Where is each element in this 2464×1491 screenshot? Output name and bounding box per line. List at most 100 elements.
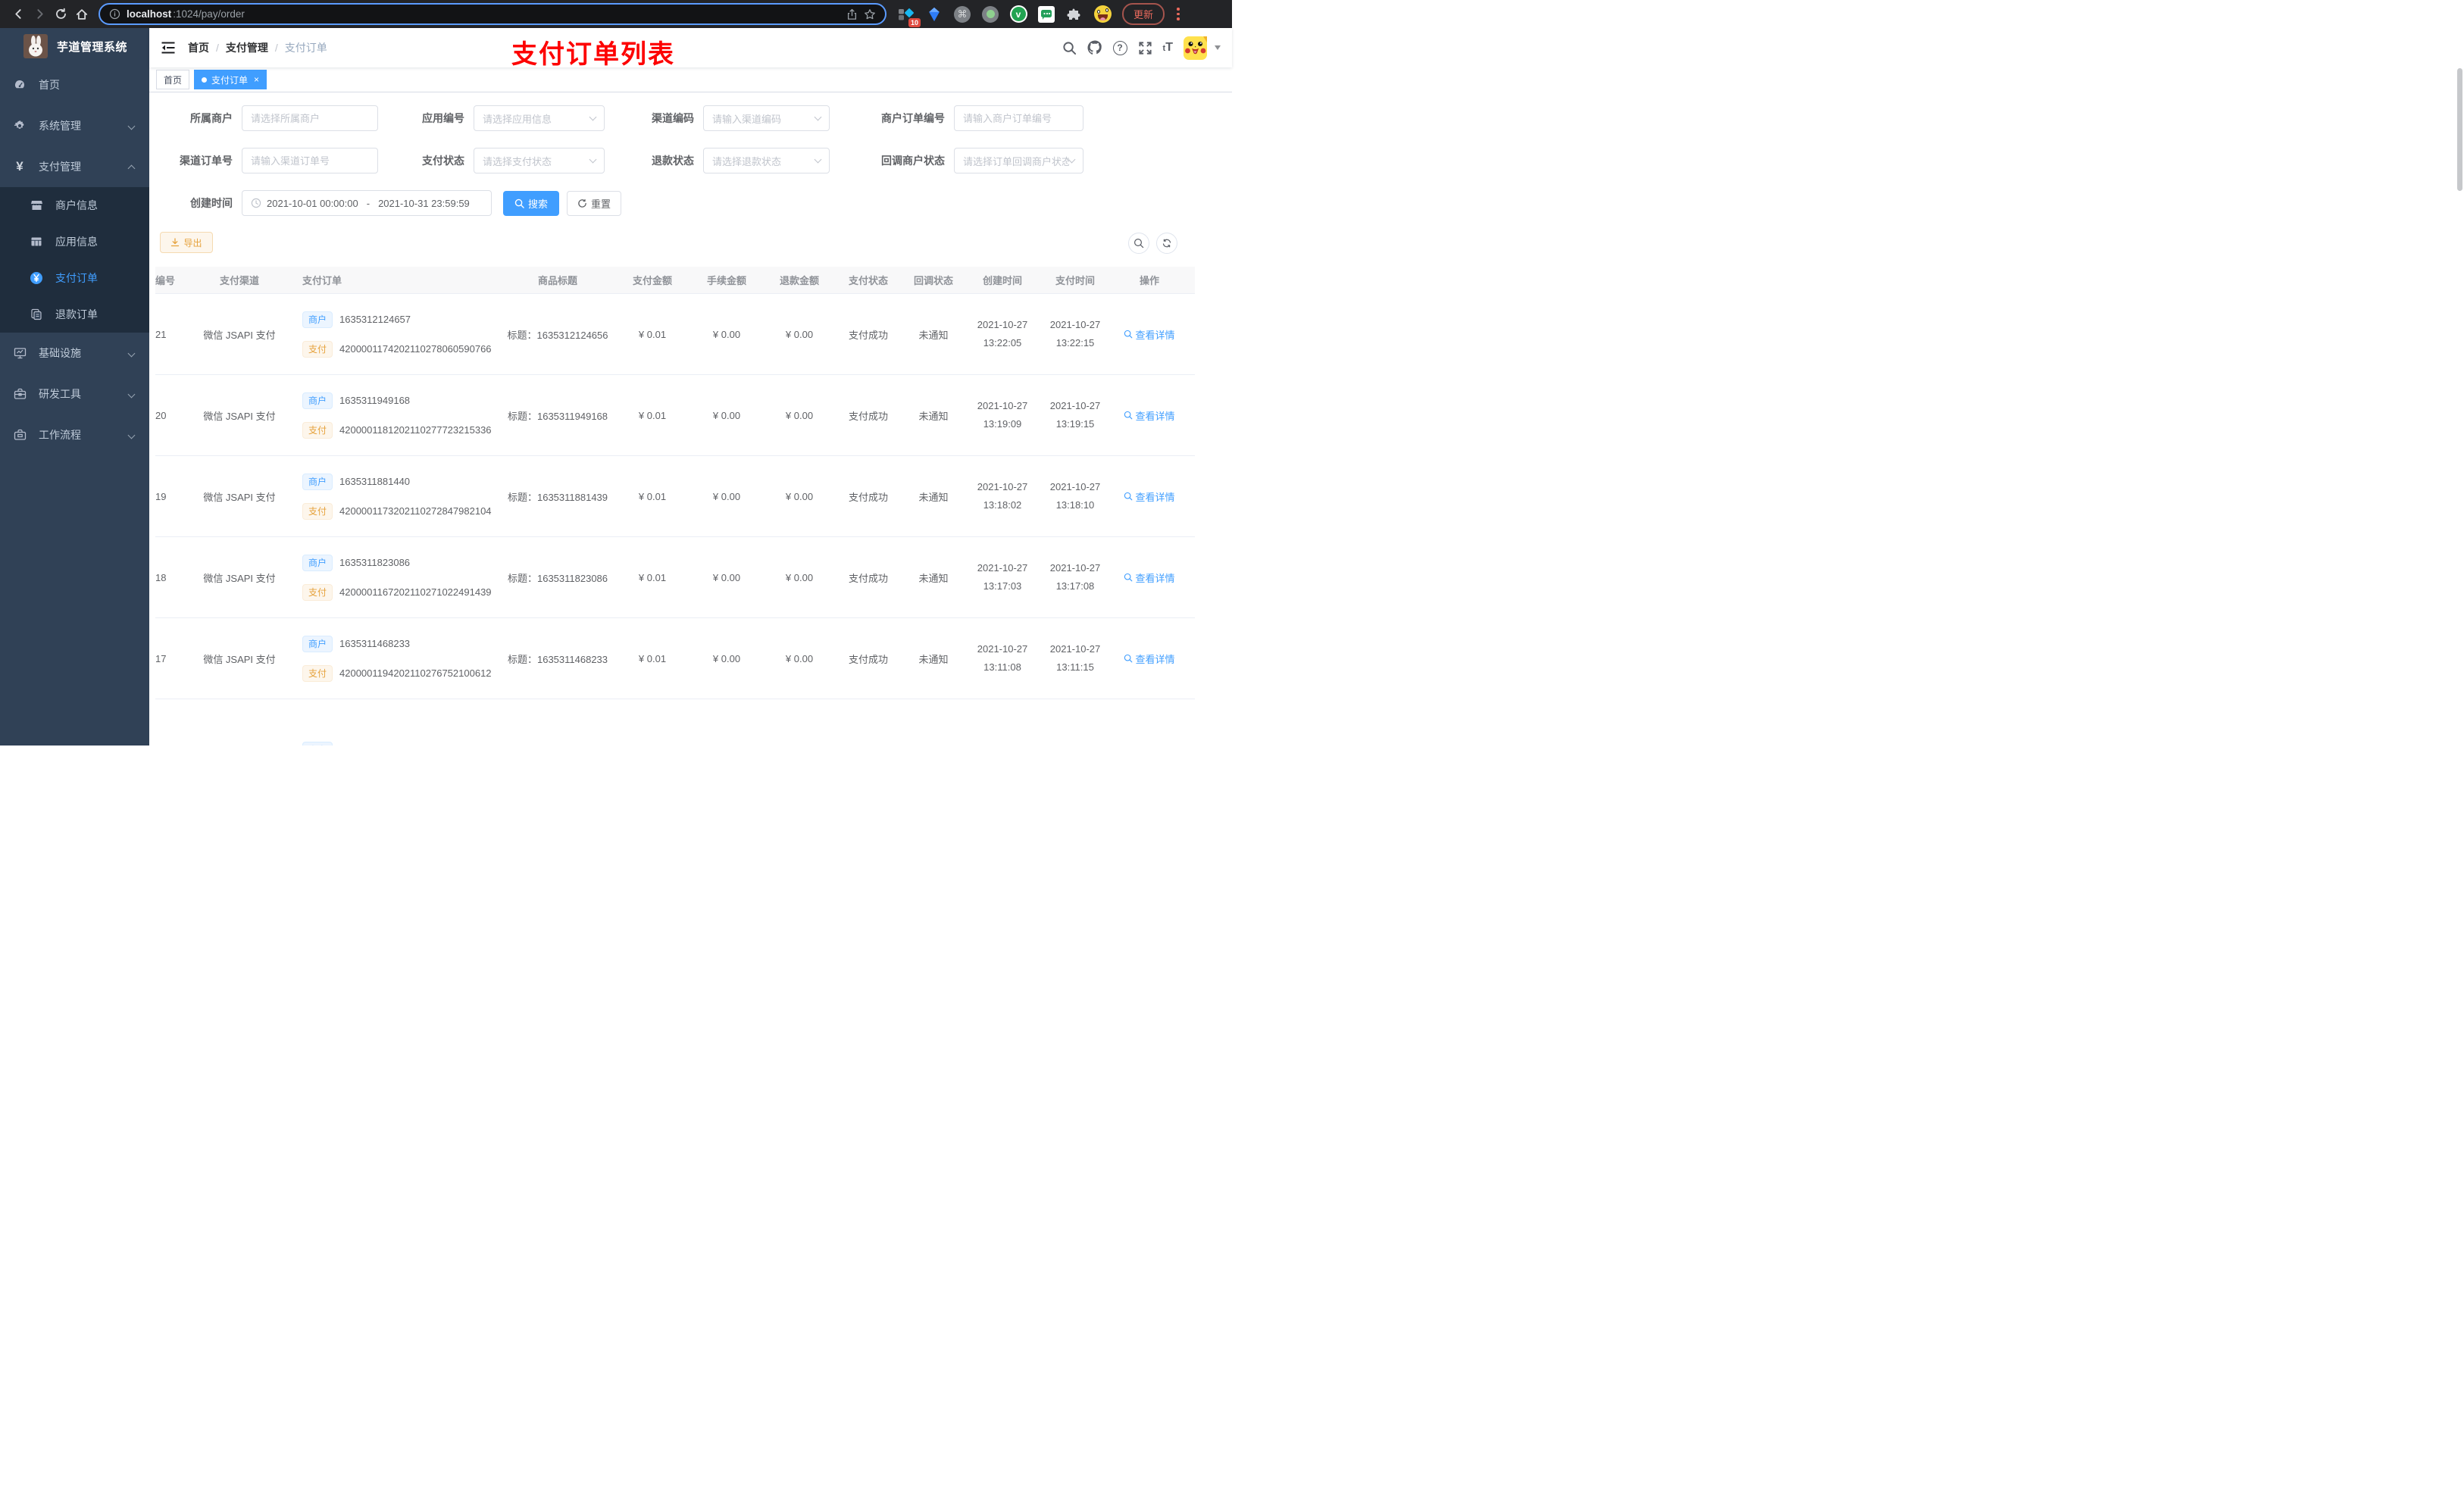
view-detail-link[interactable]: 查看详情 xyxy=(1124,489,1175,504)
search-icon xyxy=(1124,411,1133,420)
cell-id: 20 xyxy=(155,409,167,421)
col-channel: 支付渠道 xyxy=(219,275,259,286)
address-bar[interactable]: localhost :1024/pay/order xyxy=(98,3,886,25)
channel-order-no-input[interactable] xyxy=(242,148,378,173)
tab-home[interactable]: 首页 xyxy=(156,70,190,89)
page-content: 所属商户 应用编号 请选择应用信息 渠道编码 请输入渠道编码 xyxy=(149,92,1232,746)
fullscreen-icon[interactable] xyxy=(1138,41,1152,55)
channel-code-select[interactable]: 请输入渠道编码 xyxy=(703,105,830,131)
extension-gem-icon[interactable] xyxy=(925,5,943,23)
table-header: 编号 支付渠道 支付订单 商品标题 支付金额 手续金额 退款金额 支付状态 回调… xyxy=(155,267,1195,294)
browser-back-button[interactable] xyxy=(8,4,29,25)
notify-status-select[interactable]: 请选择订单回调商户状态 xyxy=(954,148,1083,173)
extensions-row: 10 ⌘ v xyxy=(897,5,1112,27)
view-detail-link[interactable]: 查看详情 xyxy=(1124,570,1175,585)
chevron-down-icon xyxy=(127,390,136,398)
toolbox-icon xyxy=(13,388,27,400)
browser-home-button[interactable] xyxy=(71,4,92,25)
date-range-input[interactable]: 2021-10-01 00:00:00 - 2021-10-31 23:59:5… xyxy=(242,190,492,216)
view-detail-link[interactable]: 查看详情 xyxy=(1124,652,1175,666)
browser-forward-button[interactable] xyxy=(29,4,50,25)
page-title-annotation: 支付订单列表 xyxy=(511,40,675,69)
pay-tag: 支付 xyxy=(302,340,333,358)
cell-paid: 2021-10-27 13:19:15 xyxy=(1049,399,1101,430)
extension-command-icon[interactable]: ⌘ xyxy=(953,5,971,23)
cell-pay-order: 商户 1635311949168 支付 42000011812021102777… xyxy=(296,392,501,439)
dashboard-icon xyxy=(13,79,27,91)
refund-docs-icon xyxy=(30,308,43,320)
reset-button[interactable]: 重置 xyxy=(567,190,621,216)
cell-refund: ¥ 0.00 xyxy=(785,328,814,340)
sidebar-item-workflow[interactable]: 工作流程 xyxy=(0,414,149,455)
github-icon[interactable] xyxy=(1087,40,1102,55)
tab-close-icon[interactable]: × xyxy=(254,74,259,85)
chevron-down-icon xyxy=(127,431,136,439)
avatar-caret-icon[interactable] xyxy=(1215,45,1221,50)
cell-notify: 未通知 xyxy=(918,572,949,584)
extension-recorder-icon[interactable] xyxy=(981,5,999,23)
col-id: 编号 xyxy=(155,275,176,286)
browser-update-button[interactable]: 更新 xyxy=(1122,3,1165,25)
cell-notify: 未通知 xyxy=(918,653,949,665)
extensions-puzzle-icon[interactable] xyxy=(1065,5,1083,23)
extension-vue-devtools-icon[interactable]: v xyxy=(1009,5,1027,23)
sidebar-item-merchant-info[interactable]: 商户信息 xyxy=(0,187,149,223)
browser-menu-icon[interactable] xyxy=(1174,5,1183,23)
share-icon[interactable] xyxy=(846,8,858,20)
refund-status-select[interactable]: 请选择退款状态 xyxy=(703,148,830,173)
sidebar-logo[interactable]: 芋道管理系统 xyxy=(0,28,149,64)
bookmark-star-icon[interactable] xyxy=(864,8,876,20)
help-icon[interactable]: ? xyxy=(1112,40,1127,55)
view-detail-link[interactable]: 查看详情 xyxy=(1124,408,1175,423)
sidebar-item-system[interactable]: 系统管理 xyxy=(0,105,149,146)
scrollbar[interactable] xyxy=(2457,68,2462,191)
export-button[interactable]: 导出 xyxy=(160,232,213,253)
site-info-icon[interactable] xyxy=(109,8,120,20)
tags-bar: 首页 支付订单 × xyxy=(149,67,1232,92)
pay-order-no: 4200001181202110277723215336 xyxy=(339,424,492,436)
refresh-table-button[interactable] xyxy=(1156,233,1177,254)
briefcase-icon xyxy=(13,429,27,441)
app-select[interactable]: 请选择应用信息 xyxy=(474,105,605,131)
show-search-button[interactable] xyxy=(1128,233,1149,254)
cell-channel: 微信 JSAPI 支付 xyxy=(203,653,276,665)
cell-notify: 未通知 xyxy=(918,410,949,422)
tab-active-dot xyxy=(202,77,208,83)
cell-id: 17 xyxy=(155,652,167,664)
avatar[interactable] xyxy=(1184,36,1207,60)
cell-amount: ¥ 0.01 xyxy=(638,571,667,583)
sidebar-toggle-icon[interactable] xyxy=(161,41,176,55)
col-paid: 支付时间 xyxy=(1055,275,1095,286)
sidebar-item-app-info[interactable]: 应用信息 xyxy=(0,223,149,260)
merchant-input[interactable] xyxy=(242,105,378,131)
merchant-order-no-input[interactable] xyxy=(954,105,1083,131)
merchant-tag: 商户 xyxy=(302,311,333,328)
cell-title: 标题：1635311823086 xyxy=(507,572,608,584)
cell-title: 标题：1635311468233 xyxy=(507,653,608,665)
search-icon[interactable] xyxy=(1062,41,1077,55)
cell-actions: 查看详情 xyxy=(1112,489,1187,504)
font-size-icon[interactable]: tT xyxy=(1163,41,1173,55)
sidebar-item-pay-order[interactable]: 支付订单 xyxy=(0,260,149,296)
pay-status-select[interactable]: 请选择支付状态 xyxy=(474,148,605,173)
sidebar-item-refund-order[interactable]: 退款订单 xyxy=(0,296,149,333)
breadcrumb-home[interactable]: 首页 xyxy=(188,40,209,55)
view-detail-link[interactable]: 查看详情 xyxy=(1124,327,1175,342)
extension-sketch-icon[interactable]: 10 xyxy=(897,5,921,27)
sidebar-item-home[interactable]: 首页 xyxy=(0,64,149,105)
date-start: 2021-10-01 00:00:00 xyxy=(267,197,358,209)
sidebar-item-infra[interactable]: 基础设施 xyxy=(0,333,149,374)
browser-reload-button[interactable] xyxy=(50,4,71,25)
extension-emoji-avatar[interactable] xyxy=(1093,5,1112,23)
cell-pay-order: 商户 1635312124657 支付 42000011742021102780… xyxy=(296,311,501,358)
pay-order-icon xyxy=(30,271,43,285)
sidebar-item-dev-tools[interactable]: 研发工具 xyxy=(0,374,149,414)
extension-chat-icon[interactable] xyxy=(1037,5,1055,23)
breadcrumb-section[interactable]: 支付管理 xyxy=(226,40,268,55)
logo-avatar xyxy=(23,34,48,58)
tab-pay-order[interactable]: 支付订单 × xyxy=(194,70,267,89)
cell-status: 支付成功 xyxy=(848,572,888,584)
sidebar-item-pay[interactable]: ¥ 支付管理 xyxy=(0,146,149,187)
search-button[interactable]: 搜索 xyxy=(503,190,559,216)
chevron-down-icon xyxy=(589,155,597,164)
